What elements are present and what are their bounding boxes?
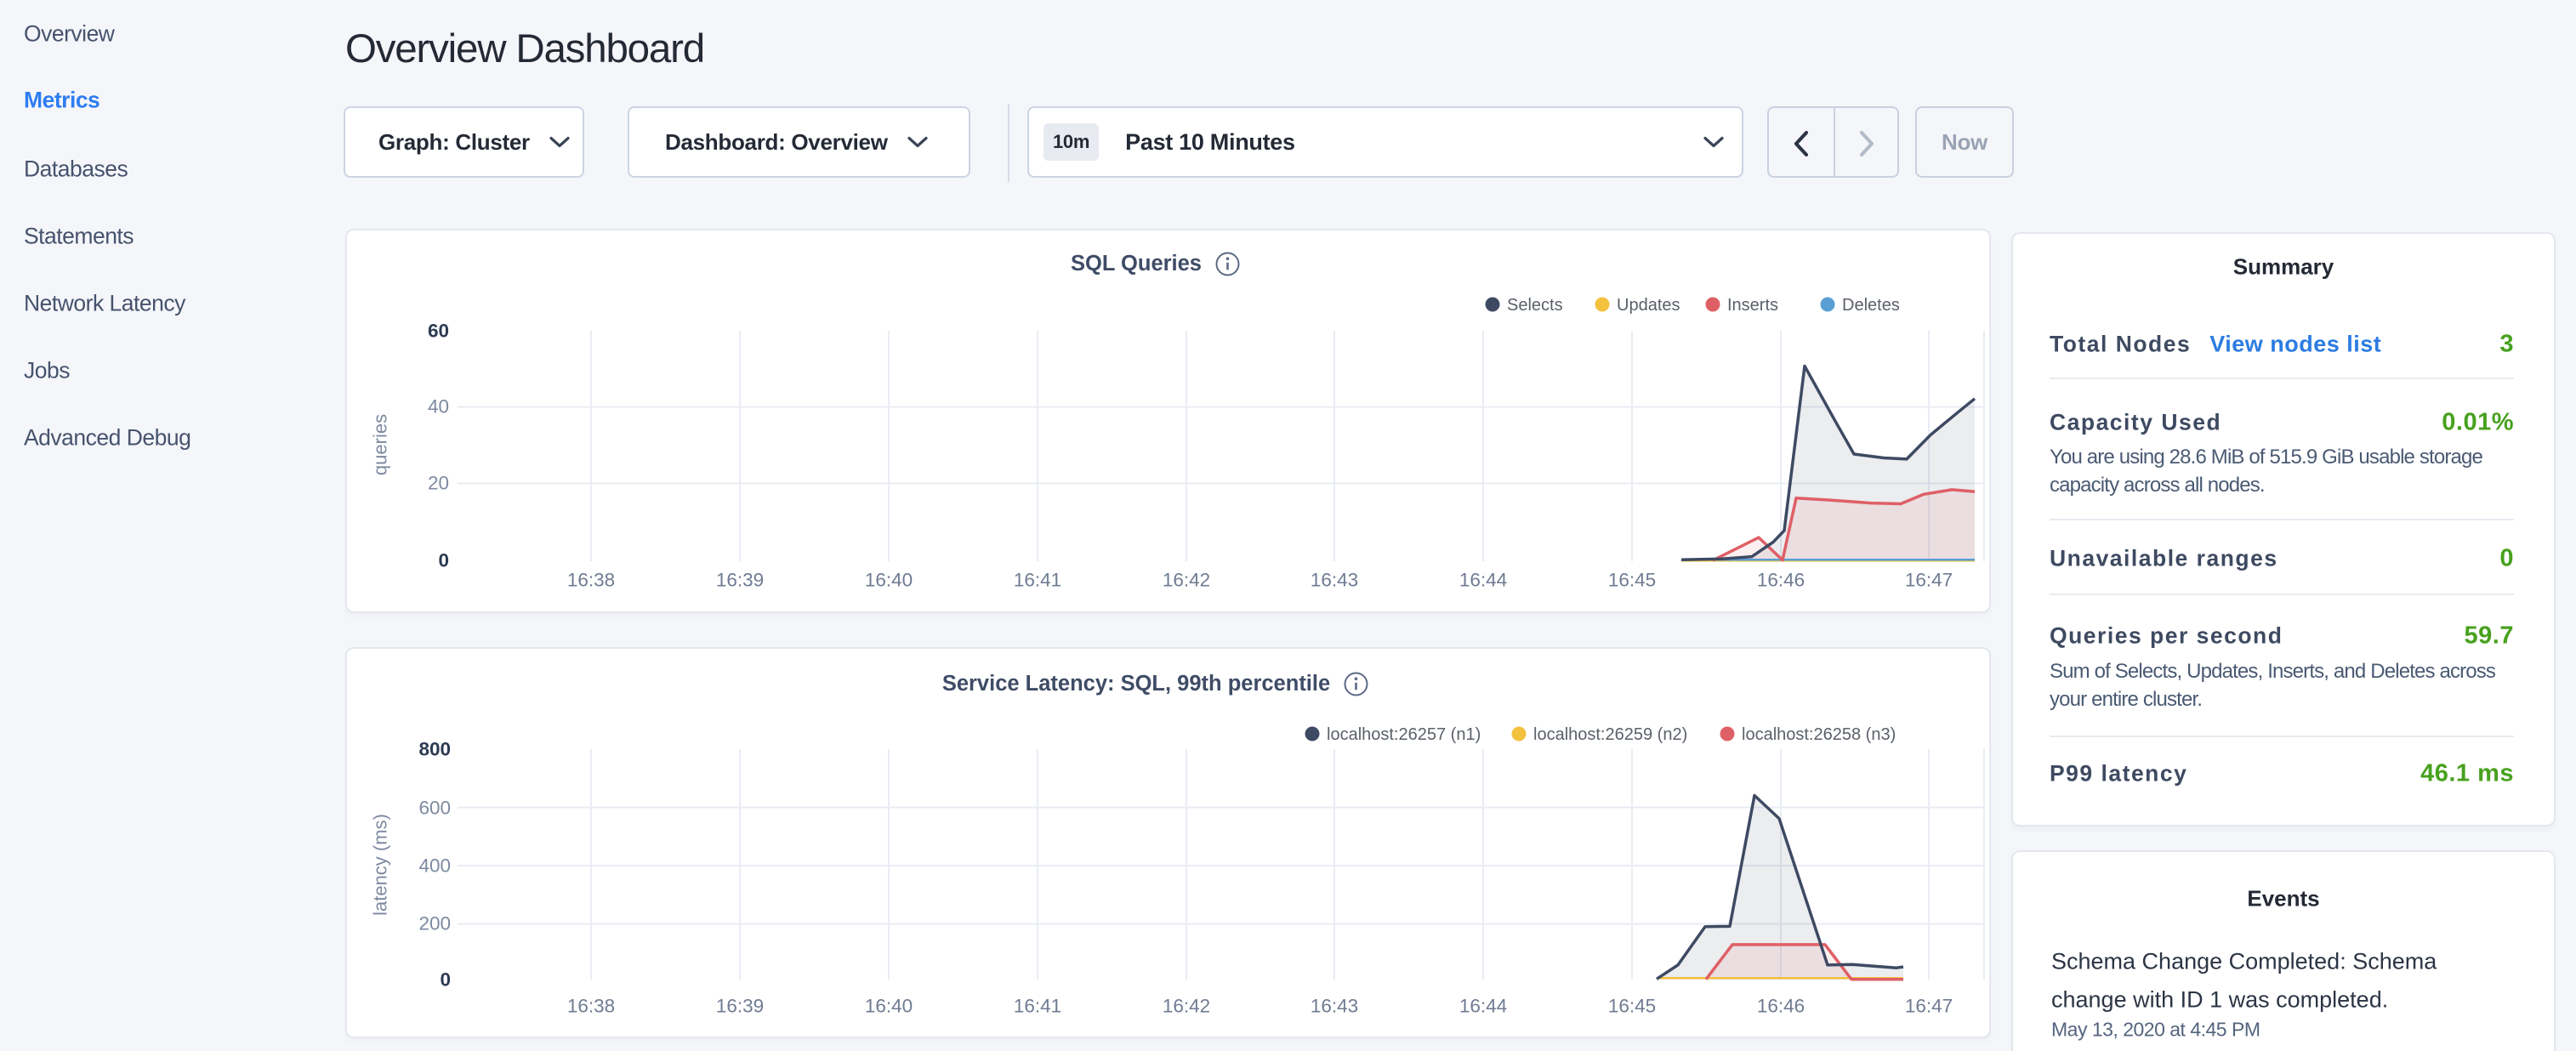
svg-text:localhost:26258 (n3): localhost:26258 (n3) — [1742, 725, 1896, 744]
svg-text:16:45: 16:45 — [1608, 996, 1656, 1017]
svg-text:16:47: 16:47 — [1905, 996, 1953, 1017]
svg-text:16:39: 16:39 — [716, 570, 764, 591]
svg-text:16:42: 16:42 — [1163, 570, 1210, 591]
svg-text:16:38: 16:38 — [567, 996, 615, 1017]
svg-text:0: 0 — [438, 550, 449, 571]
svg-text:Inserts: Inserts — [1727, 296, 1778, 315]
svg-text:localhost:26257 (n1): localhost:26257 (n1) — [1327, 725, 1481, 744]
svg-text:0: 0 — [440, 969, 451, 991]
svg-text:400: 400 — [418, 855, 451, 877]
svg-text:16:38: 16:38 — [567, 570, 615, 591]
svg-text:16:41: 16:41 — [1014, 996, 1061, 1017]
svg-text:Deletes: Deletes — [1842, 296, 1900, 315]
svg-text:16:46: 16:46 — [1757, 570, 1805, 591]
svg-text:Selects: Selects — [1507, 296, 1563, 315]
svg-text:16:41: 16:41 — [1014, 570, 1061, 591]
svg-text:16:44: 16:44 — [1459, 570, 1507, 591]
svg-text:16:43: 16:43 — [1311, 996, 1358, 1017]
svg-text:16:46: 16:46 — [1757, 996, 1805, 1017]
svg-text:60: 60 — [428, 321, 449, 342]
svg-text:16:40: 16:40 — [865, 996, 913, 1017]
svg-text:40: 40 — [428, 396, 449, 418]
svg-text:queries: queries — [370, 414, 391, 475]
svg-text:localhost:26259 (n2): localhost:26259 (n2) — [1533, 725, 1687, 744]
svg-text:600: 600 — [418, 798, 451, 819]
svg-text:latency (ms): latency (ms) — [370, 814, 391, 916]
svg-text:16:40: 16:40 — [865, 570, 913, 591]
svg-text:Updates: Updates — [1617, 296, 1680, 315]
svg-text:16:45: 16:45 — [1608, 570, 1656, 591]
svg-text:16:39: 16:39 — [716, 996, 764, 1017]
svg-text:16:47: 16:47 — [1905, 570, 1953, 591]
svg-text:800: 800 — [418, 739, 451, 760]
svg-text:16:42: 16:42 — [1163, 996, 1210, 1017]
svg-text:200: 200 — [418, 913, 451, 935]
svg-text:16:43: 16:43 — [1311, 570, 1358, 591]
svg-text:20: 20 — [428, 473, 449, 494]
svg-text:16:44: 16:44 — [1459, 996, 1507, 1017]
